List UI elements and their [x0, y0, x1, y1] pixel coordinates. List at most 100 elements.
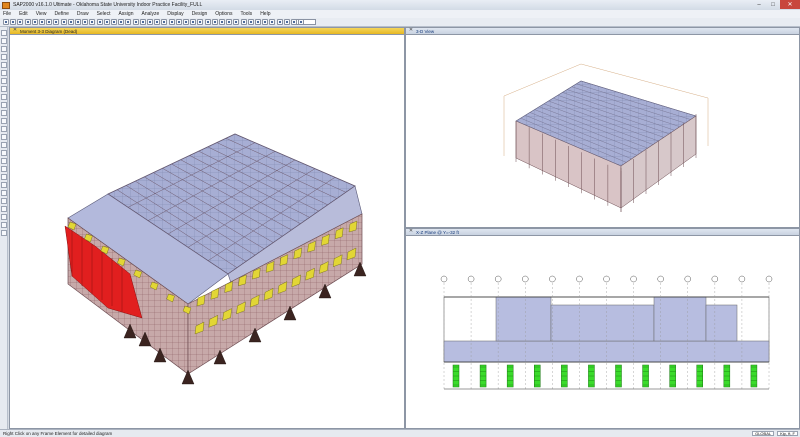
side-toolbar-button[interactable] [1, 62, 7, 68]
side-toolbar-button[interactable] [1, 94, 7, 100]
side-toolbar-button[interactable] [1, 214, 7, 220]
toolbar-button[interactable] [118, 19, 125, 25]
menu-select[interactable]: Select [97, 11, 111, 17]
toolbar-button[interactable] [276, 19, 283, 25]
side-toolbar-button[interactable] [1, 198, 7, 204]
toolbar-button[interactable] [103, 19, 110, 25]
toolbar-button[interactable] [125, 19, 132, 25]
maximize-icon[interactable]: □ [766, 0, 780, 9]
menu-bar: File Edit View Define Draw Select Assign… [0, 10, 800, 18]
minimize-icon[interactable]: – [752, 0, 766, 9]
toolbar-button[interactable] [132, 19, 139, 25]
side-toolbar-button[interactable] [1, 38, 7, 44]
side-toolbar-button[interactable] [1, 190, 7, 196]
menu-edit[interactable]: Edit [19, 11, 28, 17]
side-toolbar-button[interactable] [1, 54, 7, 60]
side-toolbar-button[interactable] [1, 110, 7, 116]
menu-tools[interactable]: Tools [241, 11, 253, 17]
toolbar-button[interactable] [10, 19, 17, 25]
toolbar-button[interactable] [154, 19, 161, 25]
close-icon[interactable]: ✕ [12, 28, 18, 34]
elevation-canvas[interactable] [406, 237, 799, 428]
elevation-center-band [550, 304, 655, 342]
side-toolbar-button[interactable] [1, 102, 7, 108]
menu-define[interactable]: Define [54, 11, 68, 17]
toolbar-button[interactable] [255, 19, 261, 25]
toolbar-button[interactable] [168, 19, 175, 25]
toolbar-button[interactable] [183, 19, 189, 25]
side-toolbar-button[interactable] [1, 150, 7, 156]
toolbar-button[interactable] [75, 19, 81, 25]
toolbar-button[interactable] [262, 19, 269, 25]
menu-file[interactable]: File [3, 11, 11, 17]
toolbar-button[interactable] [60, 19, 67, 25]
grid-bubble [576, 275, 583, 283]
toolbar-button[interactable] [53, 19, 60, 25]
toolbar-button[interactable] [211, 19, 218, 25]
side-toolbar-button[interactable] [1, 134, 7, 140]
close-icon[interactable]: ✕ [408, 28, 414, 34]
toolbar-button[interactable] [161, 19, 168, 25]
toolbar-button[interactable] [82, 19, 89, 25]
toolbar-button[interactable] [269, 19, 276, 25]
3d-view-titlebar: ✕ 3-D View [406, 28, 799, 35]
close-icon[interactable]: ✕ [408, 229, 414, 235]
close-icon[interactable]: ✕ [780, 0, 800, 9]
menu-view[interactable]: View [36, 11, 47, 17]
toolbar-button[interactable] [96, 19, 103, 25]
3d-view-window[interactable]: ✕ 3-D View [405, 27, 800, 228]
moment-diagram-window[interactable]: ✕ Moment 3-3 Diagram (Dead) [9, 27, 405, 429]
toolbar-button[interactable] [89, 19, 96, 25]
toolbar-button[interactable] [240, 19, 247, 25]
side-toolbar-button[interactable] [1, 206, 7, 212]
3d-view-canvas[interactable] [406, 36, 799, 227]
moment-diagram-canvas[interactable] [10, 36, 404, 428]
toolbar-button[interactable] [147, 19, 153, 25]
side-toolbar-button[interactable] [1, 30, 7, 36]
toolbar-button[interactable] [46, 19, 53, 25]
toolbar-button[interactable] [247, 19, 254, 25]
toolbar-button[interactable] [233, 19, 240, 25]
toolbar-button[interactable] [283, 19, 290, 25]
grid-bubble [467, 275, 475, 283]
side-toolbar-button[interactable] [1, 118, 7, 124]
toolbar-button[interactable] [175, 19, 182, 25]
menu-draw[interactable]: Draw [77, 11, 89, 17]
elevation-view-window[interactable]: ✕ X-Z Plane @ Y=-32 ft [405, 228, 800, 429]
toolbar-button[interactable] [190, 19, 197, 25]
menu-analyze[interactable]: Analyze [141, 11, 159, 17]
toolbar-button[interactable] [31, 19, 38, 25]
side-toolbar-button[interactable] [1, 70, 7, 76]
side-toolbar-button[interactable] [1, 86, 7, 92]
toolbar-button[interactable] [24, 19, 31, 25]
toolbar-button[interactable] [298, 19, 305, 25]
menu-display[interactable]: Display [167, 11, 183, 17]
menu-options[interactable]: Options [215, 11, 232, 17]
side-toolbar-button[interactable] [1, 166, 7, 172]
menu-assign[interactable]: Assign [118, 11, 133, 17]
toolbar-button[interactable] [291, 19, 297, 25]
menu-help[interactable]: Help [260, 11, 270, 17]
toolbar-button[interactable] [204, 19, 211, 25]
toolbar-button[interactable] [226, 19, 233, 25]
side-toolbar-button[interactable] [1, 222, 7, 228]
toolbar-button[interactable] [219, 19, 225, 25]
toolbar-button[interactable] [111, 19, 117, 25]
side-toolbar-button[interactable] [1, 126, 7, 132]
toolbar-button[interactable] [39, 19, 45, 25]
menu-design[interactable]: Design [192, 11, 208, 17]
side-toolbar-button[interactable] [1, 46, 7, 52]
toolbar-button[interactable] [67, 19, 74, 25]
toolbar-button[interactable] [17, 19, 24, 25]
toolbar-button[interactable] [197, 19, 204, 25]
units-field[interactable]: Kip, ft, F [777, 431, 798, 436]
coord-system-field[interactable]: GLOBAL [752, 431, 775, 436]
side-toolbar-button[interactable] [1, 174, 7, 180]
toolbar-button[interactable] [139, 19, 146, 25]
side-toolbar-button[interactable] [1, 142, 7, 148]
side-toolbar-button[interactable] [1, 78, 7, 84]
side-toolbar-button[interactable] [1, 158, 7, 164]
side-toolbar-button[interactable] [1, 230, 7, 236]
toolbar-button[interactable] [3, 19, 9, 25]
side-toolbar-button[interactable] [1, 182, 7, 188]
